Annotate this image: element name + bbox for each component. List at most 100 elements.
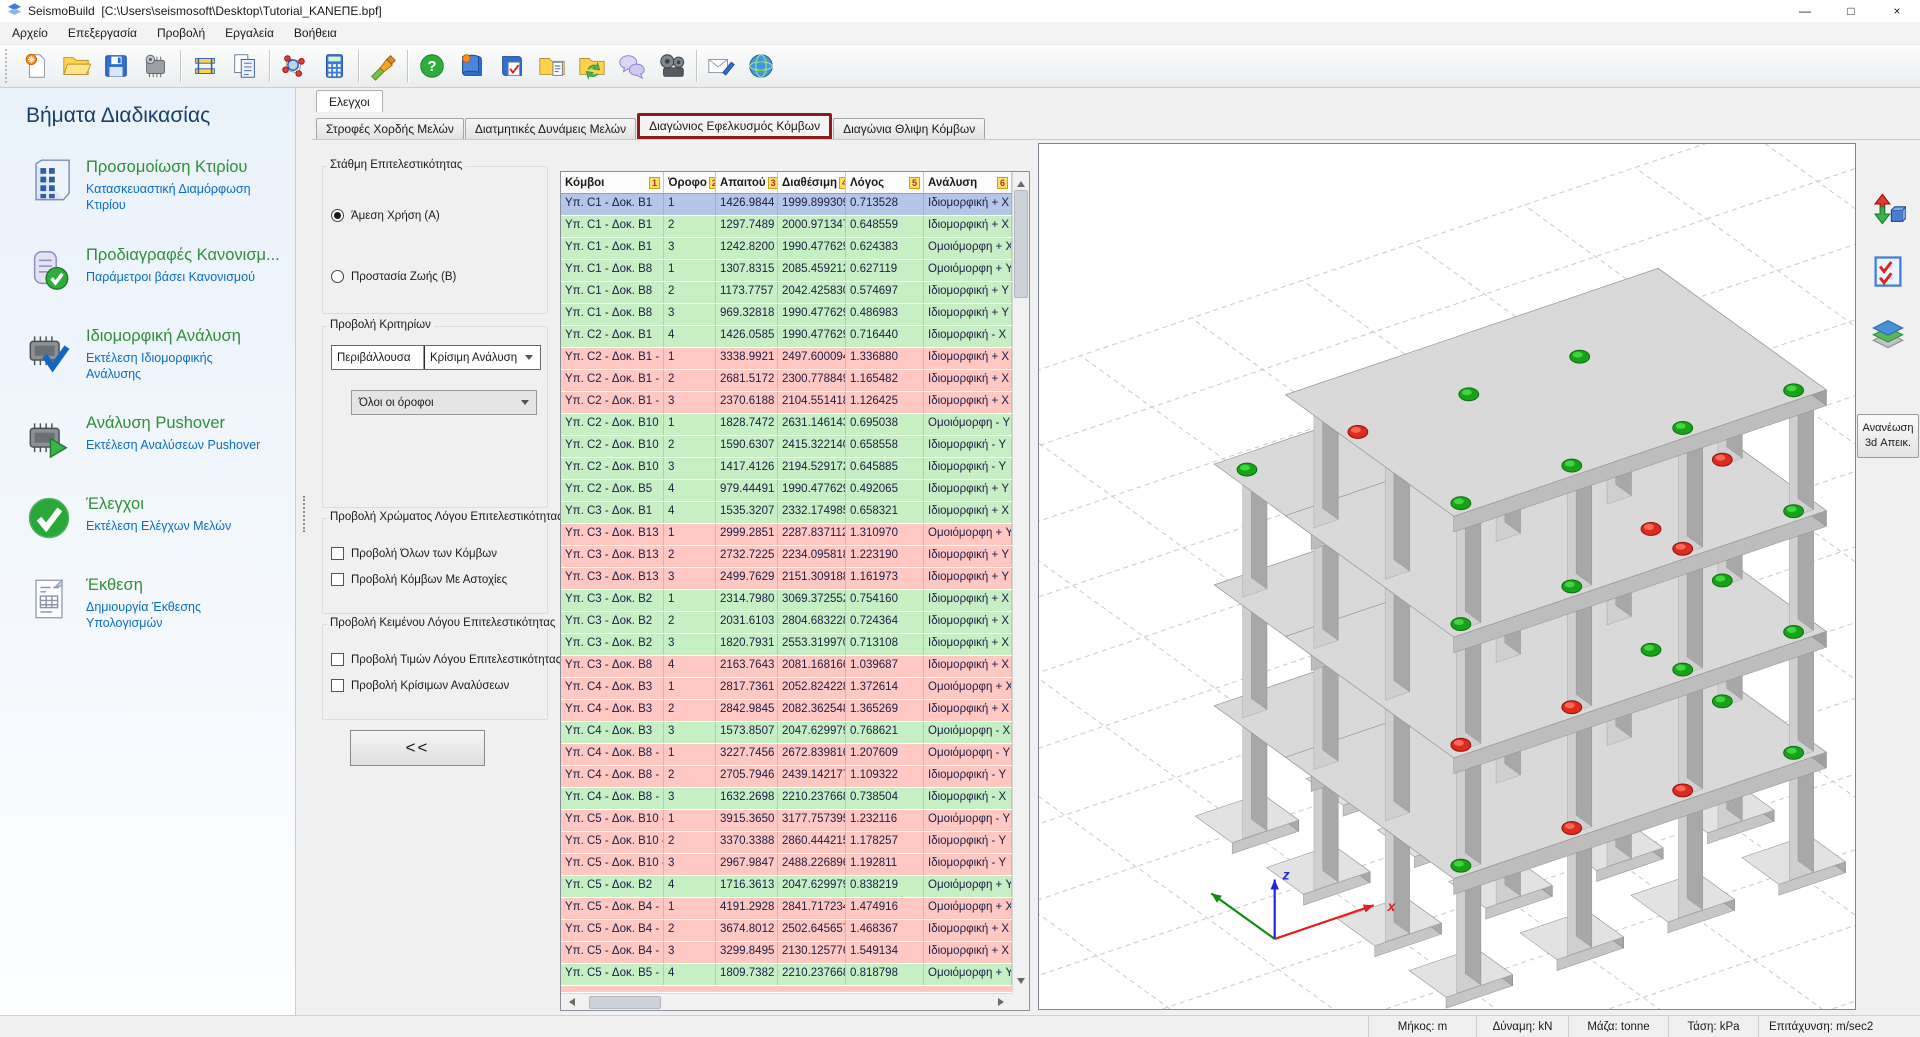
forum-icon[interactable]: [612, 47, 652, 85]
table-row[interactable]: Υπ. C5 - Δοκ. B10 -23370.33882860.444215…: [561, 832, 1012, 854]
column-header-ratio[interactable]: Λόγος5: [846, 172, 924, 193]
table-row[interactable]: Υπ. C1 - Δοκ. B821173.77572042.4258300.5…: [561, 282, 1012, 304]
table-row[interactable]: Υπ. C3 - Δοκ. B141535.32072332.1749850.6…: [561, 502, 1012, 524]
envelope-value-dropdown[interactable]: Κρίσιμη Ανάλυση: [424, 346, 525, 369]
chevron-down-icon[interactable]: [521, 400, 529, 405]
table-row[interactable]: Υπ. C5 - Δοκ. B5 -41809.73822210.2376680…: [561, 964, 1012, 986]
table-row[interactable]: Υπ. C1 - Δοκ. B121297.74892000.9713470.6…: [561, 216, 1012, 238]
website-icon[interactable]: [741, 47, 781, 85]
subtab-1[interactable]: Διατμητικές Δυνάμεις Μελών: [465, 118, 636, 139]
menu-tools[interactable]: Εργαλεία: [215, 23, 284, 43]
checkbox-show-critical-analyses[interactable]: Προβολή Κρίσιμων Αναλύσεων: [331, 679, 541, 692]
table-row[interactable]: Υπ. C4 - Δοκ. B8 -31632.26982210.2376680…: [561, 788, 1012, 810]
frame-view-icon[interactable]: [185, 47, 225, 85]
horizontal-scrollbar[interactable]: [561, 993, 1012, 1010]
folder-sync-icon[interactable]: [572, 47, 612, 85]
table-row[interactable]: Υπ. C4 - Δοκ. B331573.85072047.6299790.7…: [561, 722, 1012, 744]
table-row[interactable]: Υπ. C3 - Δοκ. B1332499.76292151.3091881.…: [561, 568, 1012, 590]
column-header-required[interactable]: Απαιτού3: [716, 172, 778, 193]
close-button[interactable]: ×: [1874, 0, 1920, 22]
email-icon[interactable]: [701, 47, 741, 85]
panel-splitter[interactable]: [296, 88, 312, 1015]
step-subtitle[interactable]: Παράμετροι βάσει Κανονισμού: [86, 269, 264, 285]
checkbox-show-all-joints[interactable]: Προβολή Όλων των Κόμβων: [331, 547, 541, 560]
video-icon[interactable]: [652, 47, 692, 85]
table-row[interactable]: Υπ. C2 - Δοκ. B141426.05851990.4776290.7…: [561, 326, 1012, 348]
save-icon[interactable]: [96, 47, 136, 85]
table-row[interactable]: Υπ. C1 - Δοκ. B811307.83152085.4592120.6…: [561, 260, 1012, 282]
table-row[interactable]: Υπ. C1 - Δοκ. B83969.328181990.4776290.4…: [561, 304, 1012, 326]
paint-brush-icon[interactable]: [363, 47, 403, 85]
table-row[interactable]: Υπ. C5 - Δοκ. B4 -23674.80122502.6456571…: [561, 920, 1012, 942]
floors-dropdown[interactable]: Όλοι οι όροφοι: [351, 390, 537, 415]
table-row[interactable]: Υπ. C3 - Δοκ. B212314.79803069.3725520.7…: [561, 590, 1012, 612]
vertical-scrollbar[interactable]: [1012, 172, 1029, 993]
table-row[interactable]: Υπ. C1 - Δοκ. B131242.82001990.4776290.6…: [561, 238, 1012, 260]
radio-immediate-use[interactable]: Άμεση Χρήση (A): [331, 209, 541, 222]
tab-checks[interactable]: Ελεγχοι: [316, 90, 383, 112]
table-row[interactable]: Υπ. C2 - Δοκ. B1 -22681.51722300.7788491…: [561, 370, 1012, 392]
envelope-criteria-row[interactable]: Περιβάλλουσα Κρίσιμη Ανάλυση: [331, 345, 541, 370]
table-row[interactable]: Υπ. C3 - Δοκ. B1322732.72252234.0958181.…: [561, 546, 1012, 568]
menu-view[interactable]: Προβολή: [147, 23, 215, 43]
table-row[interactable]: Υπ. C5 - Δοκ. B4 -33299.84952130.1257761…: [561, 942, 1012, 964]
table-row[interactable]: Υπ. C5 - Δοκ. B10 -13915.36503177.757395…: [561, 810, 1012, 832]
subtab-3[interactable]: Διαγώνια Θλιψη Κόμβων: [833, 118, 985, 139]
step-subtitle[interactable]: Εκτέλεση Αναλύσεων Pushover: [86, 437, 260, 453]
step-subtitle[interactable]: Εκτέλεση Ιδιομορφικής Ανάλυσης: [86, 350, 264, 383]
sidebar-step-eigen-analysis[interactable]: Ιδιομορφική Ανάλυση Εκτέλεση Ιδιομορφικής…: [26, 327, 295, 383]
table-row[interactable]: Υπ. C5 - Δοκ. B10 -32967.98472488.226896…: [561, 854, 1012, 876]
step-title[interactable]: Ανάλυση Pushover: [86, 414, 260, 433]
calculator-icon[interactable]: [314, 47, 354, 85]
minimize-button[interactable]: —: [1782, 0, 1828, 22]
sidebar-step-pushover-analysis[interactable]: Ανάλυση Pushover Εκτέλεση Αναλύσεων Pusho…: [26, 414, 295, 463]
table-row[interactable]: Υπ. C1 - Δοκ. B111426.98441999.8993090.7…: [561, 194, 1012, 216]
menu-edit[interactable]: Επεξεργασία: [58, 23, 147, 43]
table-row[interactable]: Υπ. C3 - Δοκ. B842163.76432081.1681661.0…: [561, 656, 1012, 678]
table-row[interactable]: Υπ. C3 - Δοκ. B1312999.28512287.8371121.…: [561, 524, 1012, 546]
refresh-model-icon[interactable]: [1869, 190, 1907, 228]
column-header-joints[interactable]: Κόμβοι1: [561, 172, 664, 193]
model-3d-canvas[interactable]: zx: [1038, 143, 1856, 1010]
refresh-3d-button[interactable]: Ανανέωση 3d Απεικ.: [1857, 414, 1919, 458]
menu-file[interactable]: Αρχείο: [2, 23, 58, 43]
checkbox-icon[interactable]: [331, 679, 344, 692]
step-subtitle[interactable]: Εκτέλεση Ελέγχων Μελών: [86, 518, 231, 534]
table-row[interactable]: Υπ. C2 - Δοκ. B1 -32370.61882104.5514181…: [561, 392, 1012, 414]
horizontal-scroll-thumb[interactable]: [589, 996, 661, 1009]
checkbox-show-failed-joints[interactable]: Προβολή Κόμβων Με Αστοχίες: [331, 573, 541, 586]
report-doc-icon[interactable]: [225, 47, 265, 85]
folder-report-icon[interactable]: [532, 47, 572, 85]
table-row[interactable]: Υπ. C4 - Δοκ. B8 -22705.79462439.1421771…: [561, 766, 1012, 788]
column-header-analysis[interactable]: Ανάλυση6: [924, 172, 1012, 193]
model-3d-icon[interactable]: [274, 47, 314, 85]
vertical-scroll-thumb[interactable]: [1014, 190, 1028, 298]
menu-help[interactable]: Βοήθεια: [284, 23, 347, 43]
subtab-0[interactable]: Στροφές Χορδής Μελών: [316, 118, 464, 139]
step-title[interactable]: Προδιαγραφές Κανονισμ...: [86, 246, 280, 265]
collapse-panel-button[interactable]: <<: [350, 730, 485, 766]
table-row[interactable]: Υπ. C2 - Δοκ. B1021590.63072415.3221400.…: [561, 436, 1012, 458]
building-3d-model[interactable]: zx: [1039, 144, 1855, 1009]
checkbox-icon[interactable]: [331, 653, 344, 666]
scroll-right-icon[interactable]: [998, 998, 1008, 1006]
manual-book-icon[interactable]: [452, 47, 492, 85]
step-subtitle[interactable]: Κατασκευαστική Διαμόρφωση Κτιρίου: [86, 181, 264, 214]
sidebar-step-building[interactable]: Προσομοίωση ΚτιρίουΚατασκευαστική Διαμόρ…: [26, 158, 295, 214]
step-title[interactable]: Ιδιομορφική Ανάλυση: [86, 327, 264, 346]
processor-icon[interactable]: [136, 47, 176, 85]
table-row[interactable]: Υπ. C5 - Δοκ. B241716.36132047.6299790.8…: [561, 876, 1012, 898]
scroll-left-icon[interactable]: [565, 998, 575, 1006]
step-title[interactable]: Έλεγχοι: [86, 495, 231, 514]
column-header-available[interactable]: Διαθέσιμη4: [778, 172, 846, 193]
table-row[interactable]: Υπ. C3 - Δοκ. B222031.61032804.6832280.7…: [561, 612, 1012, 634]
step-title[interactable]: Έκθεση: [86, 576, 264, 595]
checkbox-show-ratio-values[interactable]: Προβολή Τιμών Λόγου Επιτελεστικότητας: [331, 653, 541, 666]
layers-icon[interactable]: [1869, 314, 1907, 352]
table-row[interactable]: Υπ. C3 - Δοκ. B231820.79312553.3199700.7…: [561, 634, 1012, 656]
open-project-icon[interactable]: [56, 47, 96, 85]
splitter-handle-icon[interactable]: [303, 496, 305, 532]
sidebar-step-checks[interactable]: Έλεγχοι Εκτέλεση Ελέγχων Μελών: [26, 495, 295, 544]
table-row[interactable]: Υπ. C2 - Δοκ. B1031417.41262194.5291720.…: [561, 458, 1012, 480]
table-row[interactable]: Υπ. C2 - Δοκ. B1 -13338.99212497.6000941…: [561, 348, 1012, 370]
